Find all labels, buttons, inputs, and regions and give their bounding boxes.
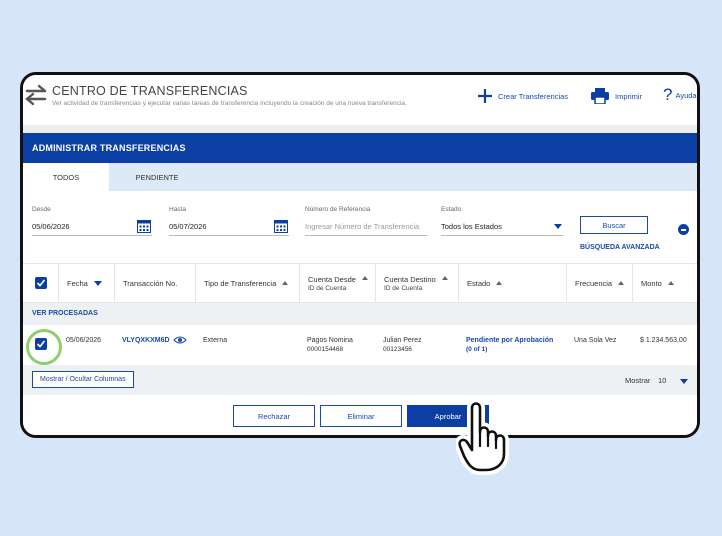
row-tipo: Externa <box>203 337 228 344</box>
chevron-down-icon[interactable] <box>680 379 688 384</box>
processed-group-label: VER PROCESADAS <box>32 310 98 317</box>
row-desde-id: 0000154468 <box>307 346 344 353</box>
row-cuenta-desde: Pagos Nomina 0000154468 <box>307 337 353 353</box>
app-window: CENTRO DE TRANSFERENCIAS Ver actividad d… <box>20 72 700 438</box>
row-transaccion-link[interactable]: VLYQXKXM6D <box>122 337 170 344</box>
row-frecuencia: Una Sola Vez <box>574 337 617 344</box>
select-all-checkbox[interactable] <box>35 277 47 289</box>
checkmark-icon <box>36 279 46 287</box>
estado-select[interactable]: Todos los Estados <box>441 222 502 231</box>
hasta-input[interactable]: 05/07/2026 <box>169 222 207 231</box>
column-desde-sublabel: ID de Cuenta <box>308 284 347 292</box>
column-destino-sublabel: ID de Cuenta <box>384 284 423 292</box>
column-cuenta-desde[interactable]: Cuenta Desde ID de Cuenta <box>299 264 375 302</box>
delete-button[interactable]: Eliminar <box>320 405 402 427</box>
section-bar: ADMINISTRAR TRANSFERENCIAS <box>23 133 697 163</box>
sort-up-icon <box>361 276 368 280</box>
help-button[interactable]: ? Ayuda <box>663 85 697 105</box>
estado-underline <box>441 235 563 236</box>
row-monto: $ 1.234.563,00 <box>640 337 687 344</box>
filter-panel: Desde 05/06/2026 Hasta 05/07/2026 Número… <box>23 191 697 263</box>
row-estado-count: (0 of 1) <box>466 346 488 353</box>
help-icon: ? <box>663 85 673 104</box>
reference-label: Número de Referencia <box>305 206 371 213</box>
table-row: 05/06/2026 VLYQXKXM6D Externa Pagos Nomi… <box>23 325 697 365</box>
column-frecuencia[interactable]: Frecuencia <box>566 264 632 302</box>
column-destino-label: Cuenta Destino <box>384 274 436 284</box>
page-title: CENTRO DE TRANSFERENCIAS <box>52 84 248 98</box>
column-fecha-label: Fecha <box>67 278 88 288</box>
column-estado-label: Estado <box>467 278 491 288</box>
sort-up-icon <box>441 276 448 280</box>
estado-label: Estado <box>441 206 462 213</box>
column-tipo[interactable]: Tipo de Transferencia <box>195 264 299 302</box>
search-button[interactable]: Buscar <box>580 216 648 234</box>
eye-icon[interactable] <box>173 335 187 345</box>
column-fecha[interactable]: Fecha <box>58 264 114 302</box>
page-size-select[interactable]: 10 <box>658 376 666 385</box>
row-estado-link[interactable]: Pendiente por Aprobación (0 of 1) <box>466 337 553 353</box>
tab-pendiente[interactable]: PENDIENTE <box>109 163 205 191</box>
row-destino-id: 00123456 <box>383 346 412 353</box>
hasta-label: Hasta <box>169 206 186 213</box>
row-estado-text: Pendiente por Aprobación <box>466 337 554 344</box>
desde-input[interactable]: 05/06/2026 <box>32 222 70 231</box>
section-title: ADMINISTRAR TRANSFERENCIAS <box>32 143 186 153</box>
action-bar: Rechazar Eliminar Aprobar <box>23 395 697 435</box>
column-transaccion-label: Transacción No. <box>123 278 178 288</box>
column-cuenta-destino[interactable]: Cuenta Destino ID de Cuenta <box>375 264 458 302</box>
desde-underline <box>32 235 152 236</box>
sort-down-icon <box>93 280 102 286</box>
calendar-icon[interactable] <box>137 219 151 233</box>
transfer-arrows-icon <box>25 84 47 106</box>
processed-group-row[interactable]: VER PROCESADAS <box>23 303 697 325</box>
pointer-hand-icon <box>456 400 509 475</box>
collapse-icon[interactable] <box>678 224 689 235</box>
desde-label: Desde <box>32 206 51 213</box>
column-monto[interactable]: Monto <box>632 264 697 302</box>
page-subtitle: Ver actividad de transferencias y ejecut… <box>52 100 407 107</box>
page-size-label: Mostrar <box>625 376 651 385</box>
row-destino-nombre: Julian Perez <box>383 337 422 344</box>
create-transfer-button[interactable]: Crear Transferencias <box>477 88 568 104</box>
table-header: Fecha Transacción No. Tipo de Transferen… <box>23 263 697 303</box>
print-label: Imprimir <box>615 91 643 101</box>
sort-up-icon <box>496 281 503 285</box>
sort-up-icon <box>667 281 674 285</box>
row-desde-nombre: Pagos Nomina <box>307 337 353 344</box>
page-header: CENTRO DE TRANSFERENCIAS Ver actividad d… <box>23 75 697 125</box>
column-tipo-label: Tipo de Transferencia <box>204 278 277 288</box>
reference-underline <box>305 235 427 236</box>
printer-icon <box>591 88 609 104</box>
column-frecuencia-label: Frecuencia <box>575 278 613 288</box>
tab-todos[interactable]: TODOS <box>23 163 109 191</box>
row-cuenta-destino: Julian Perez 00123456 <box>383 337 422 353</box>
chevron-down-icon[interactable] <box>554 224 562 229</box>
toggle-columns-button[interactable]: Mostrar / Ocultar Columnas <box>32 371 134 388</box>
calendar-icon[interactable] <box>274 219 288 233</box>
checkbox-highlight-circle <box>26 329 62 365</box>
help-label: Ayuda <box>675 90 697 100</box>
header-divider <box>23 125 697 133</box>
print-button[interactable]: Imprimir <box>591 88 642 104</box>
column-desde-label: Cuenta Desde <box>308 274 356 284</box>
column-estado[interactable]: Estado <box>458 264 566 302</box>
advanced-search-link[interactable]: BÚSQUEDA AVANZADA <box>580 244 660 251</box>
sort-up-icon <box>282 281 289 285</box>
create-transfer-label: Crear Transferencias <box>498 91 569 101</box>
column-transaccion[interactable]: Transacción No. <box>114 264 195 302</box>
sort-up-icon <box>618 281 625 285</box>
plus-icon <box>478 89 492 103</box>
table-footer: Mostrar / Ocultar Columnas Mostrar 10 <box>23 365 697 395</box>
reject-button[interactable]: Rechazar <box>233 405 315 427</box>
column-monto-label: Monto <box>641 278 662 288</box>
reference-input[interactable]: Ingresar Número de Transferencia <box>305 222 419 231</box>
row-fecha: 05/06/2026 <box>66 337 102 344</box>
tab-bar: TODOS PENDIENTE <box>23 163 697 191</box>
hasta-underline <box>169 235 289 236</box>
